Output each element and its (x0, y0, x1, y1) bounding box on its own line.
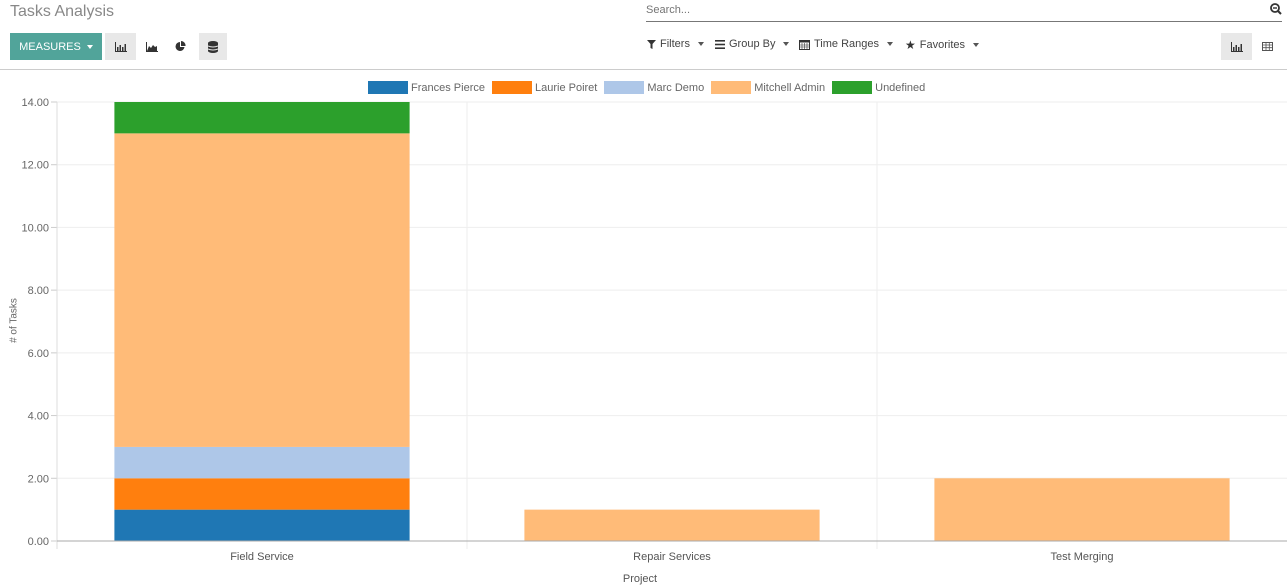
search-input[interactable] (646, 0, 1246, 16)
groupby-label: Group By (729, 38, 776, 50)
measures-button[interactable]: MEASURES (10, 33, 102, 60)
timeranges-label: Time Ranges (814, 38, 880, 50)
x-tick-label: Field Service (230, 551, 294, 563)
caret-down-icon (697, 42, 704, 46)
pie-chart-button[interactable] (165, 33, 196, 60)
x-tick-label: Repair Services (633, 551, 711, 563)
bar-segment (524, 509, 820, 541)
stacked-button[interactable] (199, 33, 227, 60)
filter-icon (647, 39, 656, 49)
favorites-dropdown[interactable]: ★ Favorites (905, 38, 980, 52)
table-grid-icon (1262, 42, 1273, 51)
search-icon[interactable] (1270, 3, 1282, 18)
bar-chart-icon (114, 41, 127, 52)
y-tick-label: 8.00 (28, 285, 49, 297)
star-icon: ★ (905, 38, 916, 52)
x-tick-label: Test Merging (1051, 551, 1114, 563)
favorites-label: Favorites (919, 39, 966, 51)
caret-down-icon (783, 42, 790, 46)
x-axis-label: Project (623, 573, 657, 585)
bar-segment (114, 478, 410, 510)
caret-down-icon (887, 42, 894, 46)
graph-view-button[interactable] (1221, 33, 1252, 60)
pie-chart-icon (175, 41, 186, 51)
graph-view-icon (1230, 41, 1243, 52)
bar-chart-button[interactable] (105, 33, 136, 60)
y-tick-label: 6.00 (28, 348, 49, 360)
filters-label: Filters (660, 38, 690, 50)
timeranges-dropdown[interactable]: Time Ranges (799, 38, 894, 50)
page-title: Tasks Analysis (10, 3, 115, 20)
pivot-view-button[interactable] (1252, 33, 1283, 60)
measures-label: MEASURES (19, 40, 81, 53)
y-tick-label: 4.00 (28, 411, 49, 423)
bar-segment (114, 446, 410, 479)
bar-segment (934, 478, 1230, 541)
bar-segment (114, 133, 410, 447)
caret-down-icon (973, 43, 980, 47)
y-tick-label: 10.00 (21, 222, 49, 234)
y-tick-label: 12.00 (21, 160, 49, 172)
y-tick-label: 14.00 (21, 97, 49, 109)
caret-down-icon (86, 44, 93, 49)
database-stack-icon (208, 40, 218, 53)
calendar-icon (799, 39, 810, 50)
search-bar[interactable] (646, 0, 1282, 22)
y-tick-label: 0.00 (28, 536, 49, 548)
control-panel: Tasks Analysis MEASURES Filters Group By… (0, 0, 1287, 70)
y-tick-label: 2.00 (28, 473, 49, 485)
groupby-dropdown[interactable]: Group By (715, 38, 790, 50)
bar-segment (114, 509, 410, 541)
list-icon (715, 39, 725, 49)
bar-chart: 0.00 2.00 4.00 6.00 8.00 10.00 12.00 14.00 Field… (21, 97, 1287, 585)
line-chart-button[interactable] (136, 33, 167, 60)
filters-dropdown[interactable]: Filters (647, 38, 704, 50)
area-chart-icon (145, 41, 158, 52)
bar-segment (114, 102, 410, 134)
